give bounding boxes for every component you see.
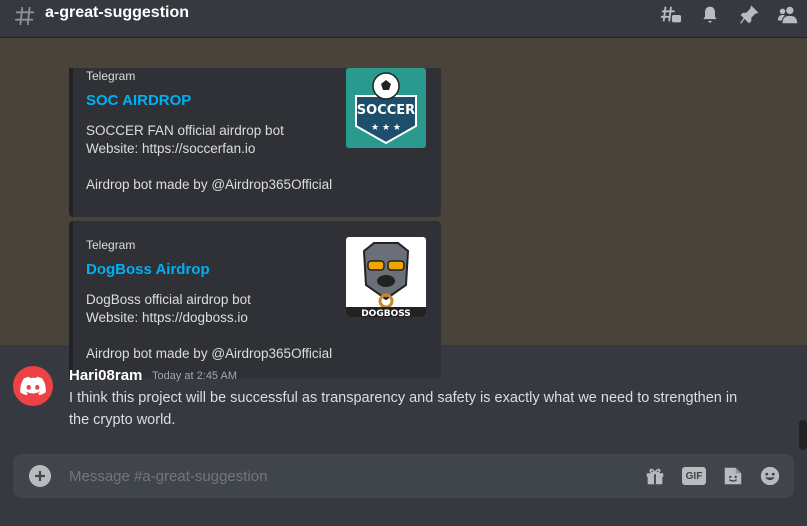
plus-icon [35, 471, 45, 481]
embed-website-line[interactable]: Website: https://soccerfan.io [86, 140, 255, 158]
discord-logo-icon [20, 376, 46, 396]
message-timestamp: Today at 2:45 AM [152, 370, 237, 382]
embed-title-link[interactable]: DogBoss Airdrop [86, 261, 210, 278]
gif-button[interactable]: GIF [682, 464, 706, 488]
message-username[interactable]: Hari08ram [69, 367, 142, 384]
gift-icon[interactable] [643, 464, 667, 488]
telegram-embed: Telegram SOC AIRDROP SOCCER FAN official… [69, 68, 441, 217]
members-icon[interactable] [768, 0, 807, 30]
sticker-icon[interactable] [721, 464, 745, 488]
channel-header: a-great-suggestion [0, 0, 807, 38]
emoji-icon[interactable] [758, 464, 782, 488]
add-attachment-button[interactable] [29, 465, 51, 487]
message-composer: GIF [13, 454, 794, 498]
message-content: I think this project will be successful … [69, 390, 738, 428]
svg-text:★ ★ ★: ★ ★ ★ [371, 123, 401, 133]
dogboss-logo-thumbnail[interactable]: DOGBOSS [346, 237, 426, 317]
avatar[interactable] [13, 366, 53, 406]
header-toolbar [651, 0, 807, 30]
embed-description-line: DogBoss official airdrop bot [86, 292, 251, 307]
dogboss-logo-text: DOGBOSS [361, 309, 411, 317]
bell-icon[interactable] [690, 0, 729, 30]
threads-icon[interactable] [651, 0, 690, 30]
embed-provider[interactable]: Telegram [86, 69, 135, 83]
embed-description-line: SOCCER FAN official airdrop bot [86, 123, 284, 138]
pin-icon[interactable] [729, 0, 768, 30]
hash-icon [14, 6, 35, 26]
embed-credit-line: Airdrop bot made by @Airdrop365Official [86, 177, 333, 192]
embed-website-line[interactable]: Website: https://dogboss.io [86, 309, 248, 327]
telegram-embed: Telegram DogBoss Airdrop DogBoss officia… [69, 221, 441, 379]
scrollbar-thumb[interactable] [799, 420, 807, 450]
embed-title-link[interactable]: SOC AIRDROP [86, 92, 191, 109]
soccer-logo-thumbnail[interactable]: SOCCER ★ ★ ★ [346, 68, 426, 148]
embed-provider[interactable]: Telegram [86, 238, 135, 252]
gif-label: GIF [682, 467, 706, 485]
soccer-logo-text: SOCCER [357, 103, 415, 118]
embed-credit-line: Airdrop bot made by @Airdrop365Official [86, 346, 333, 361]
highlighted-message-area: Telegram SOC AIRDROP SOCCER FAN official… [0, 38, 807, 379]
message-input[interactable] [69, 465, 569, 487]
channel-name: a-great-suggestion [45, 4, 190, 21]
